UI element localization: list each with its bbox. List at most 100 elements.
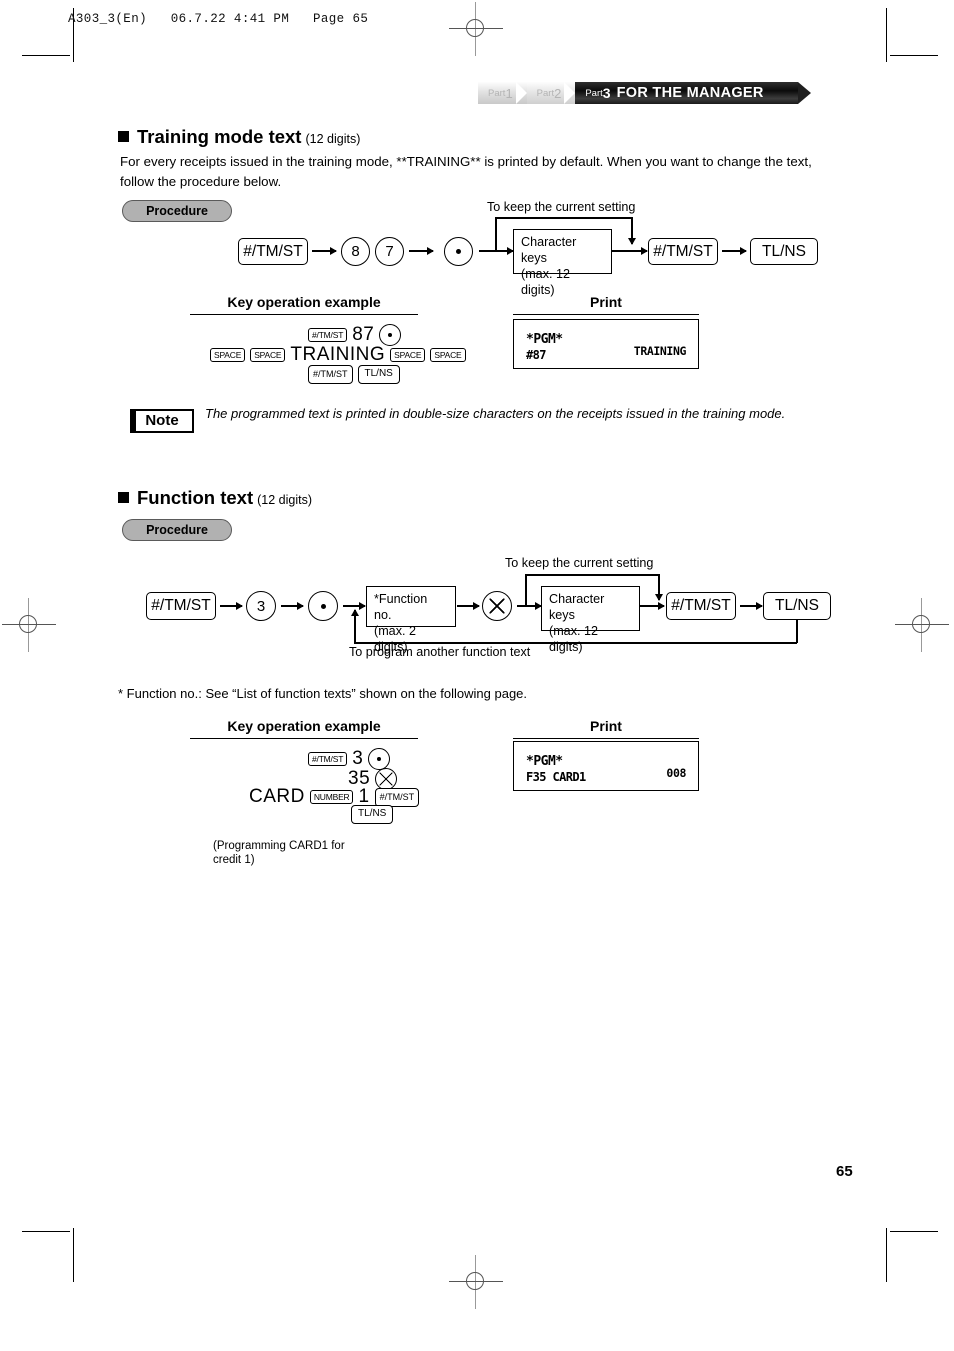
example-number-87: 87 <box>352 324 375 345</box>
section1-print-line1: *PGM* <box>526 328 686 347</box>
section2-loop-h <box>354 642 797 644</box>
banner-part1: Part 1 <box>478 82 527 104</box>
registration-mark-left <box>2 598 56 652</box>
section1-arrow-1 <box>312 250 336 252</box>
key-cap-tlns[interactable]: TL/NS <box>357 365 400 384</box>
crop-mark-bottom-right-h <box>890 1231 938 1232</box>
key-cap-space-4[interactable]: SPACE <box>430 347 466 363</box>
section2-caption-line1: (Programming CARD1 for <box>213 840 345 852</box>
section2-example-row1: #/TM/ST 3 <box>308 748 391 770</box>
key-cap-tmst-2[interactable]: #/TM/ST <box>308 365 353 384</box>
bullet-square-icon <box>118 131 129 142</box>
banner-part3-number: 3 <box>602 85 611 101</box>
key-cap-space-1[interactable]: SPACE <box>210 347 246 363</box>
section1-example-row3: #/TM/ST TL/NS <box>308 365 400 384</box>
section1-print-title: Print <box>513 294 699 315</box>
section2-key-multiply-icon <box>482 591 512 621</box>
section2-example-row4: TL/NS <box>351 805 394 824</box>
example-number-3: 3 <box>352 748 364 769</box>
section2-key-tmst-1: #/TM/ST <box>146 592 216 620</box>
section1-arrow-5 <box>722 250 746 252</box>
section1-procedure-badge: Procedure <box>122 200 232 222</box>
key-cap-tmst-3[interactable]: #/TM/ST <box>308 751 348 767</box>
section2-loop-arrow-up <box>354 610 356 643</box>
section2-bypass-arrow-down <box>658 574 660 600</box>
section1-key-tmst-2: #/TM/ST <box>648 238 718 265</box>
section2-arrow-4 <box>457 605 479 607</box>
crop-mark-bottom-right-v <box>886 1228 887 1282</box>
key-cap-dot-icon-2[interactable] <box>368 748 391 770</box>
key-cap-number[interactable]: NUMBER <box>309 789 354 805</box>
section2-box-function-no: *Function no. (max. 2 digits) <box>366 586 456 654</box>
section2-heading-text: Function text <box>137 487 254 508</box>
section2-loop-v-right <box>796 620 798 643</box>
bullet-square-icon-2 <box>118 492 129 503</box>
section2-print-line1: *PGM* <box>526 750 686 769</box>
print-header-text: A303_3(En) 06.7.22 4:41 PM Page 65 <box>68 12 369 26</box>
section1-key-7: 7 <box>375 237 404 266</box>
key-cap-space-2[interactable]: SPACE <box>250 347 286 363</box>
part-banner: Part 1 Part 2 Part 3 FOR THE MANAGER <box>478 82 811 104</box>
section1-key-tlns: TL/NS <box>750 238 818 265</box>
crop-mark-top-left-h <box>22 55 70 56</box>
section2-procedure-badge: Procedure <box>122 519 232 541</box>
section1-bypass-h <box>495 217 632 219</box>
key-cap-tmst-4[interactable]: #/TM/ST <box>374 787 420 807</box>
key-cap-dot-icon[interactable] <box>379 324 402 346</box>
section1-bypass-arrow-down <box>631 217 633 244</box>
banner-part2-prefix: Part <box>536 87 555 99</box>
section2-print-left-bold: F <box>526 770 533 784</box>
section2-heading: Function text (12 digits) <box>118 487 312 509</box>
crop-mark-top-right-v <box>886 8 887 62</box>
section2-print-right: 008 <box>666 766 686 780</box>
key-cap-space-3[interactable]: SPACE <box>390 347 426 363</box>
section1-print-line2: #87 TRAINING <box>526 344 687 362</box>
section2-print-box: *PGM* F35 CARD1 008 <box>513 741 699 791</box>
section2-bypass-label: To keep the current setting <box>505 556 654 570</box>
section2-arrow-2 <box>281 605 303 607</box>
section2-box-character-keys: Character keys (max. 12 digits) <box>541 586 640 654</box>
banner-part3-prefix: Part <box>585 87 603 99</box>
section2-bypass-h <box>525 574 659 576</box>
section2-box-char-line2: (max. 12 digits) <box>549 624 598 654</box>
section2-arrow-7 <box>740 605 762 607</box>
section1-heading-text: Training mode text <box>137 126 302 147</box>
section2-key-3: 3 <box>246 591 276 621</box>
section1-bypass-label: To keep the current setting <box>487 200 636 214</box>
section1-bypass-v-left <box>495 217 497 251</box>
key-cap-tlns-2[interactable]: TL/NS <box>351 805 394 824</box>
section2-bypass-v-left <box>525 574 527 606</box>
banner-part2: Part 2 <box>526 82 576 104</box>
crop-mark-bottom-left-v <box>73 1228 74 1282</box>
section2-example-title: Key operation example <box>190 718 418 739</box>
section2-print-title: Print <box>513 718 699 739</box>
key-cap-tmst[interactable]: #/TM/ST <box>308 327 348 343</box>
section1-print-right: TRAINING <box>633 344 687 358</box>
section1-example-row2: SPACE SPACE TRAINING SPACE SPACE <box>210 344 466 366</box>
banner-part3: Part 3 FOR THE MANAGER <box>575 82 798 104</box>
section2-key-tlns: TL/NS <box>763 592 831 620</box>
section1-key-tmst-1: #/TM/ST <box>238 238 308 265</box>
note-text: The programmed text is printed in double… <box>205 406 786 421</box>
banner-tail-arrow <box>797 82 811 104</box>
section1-example-title: Key operation example <box>190 294 418 315</box>
example-text-card: CARD <box>249 786 305 807</box>
page-number: 65 <box>836 1163 853 1180</box>
section1-heading: Training mode text (12 digits) <box>118 126 360 148</box>
example-text-training: TRAINING <box>290 344 386 365</box>
section1-key-8: 8 <box>341 237 370 266</box>
section2-heading-sub: (12 digits) <box>257 493 313 507</box>
section2-key-tmst-2: #/TM/ST <box>666 592 736 620</box>
banner-part2-number: 2 <box>554 85 562 101</box>
section1-box-character-keys: Character keys (max. 12 digits) <box>513 229 612 297</box>
registration-mark-bottom <box>449 1255 503 1309</box>
section2-arrow-5 <box>517 605 541 607</box>
section2-print-line2: F35 CARD1 008 <box>526 766 686 784</box>
banner-part3-title: FOR THE MANAGER <box>616 85 764 101</box>
section1-arrow-2 <box>409 250 433 252</box>
section1-box-char-line1: Character keys <box>521 235 577 265</box>
registration-mark-top <box>449 2 503 56</box>
section1-print-box: *PGM* #87 TRAINING <box>513 319 699 369</box>
section2-print-left-rest: 35 CARD1 <box>532 770 587 784</box>
section1-heading-sub: (12 digits) <box>305 132 361 146</box>
